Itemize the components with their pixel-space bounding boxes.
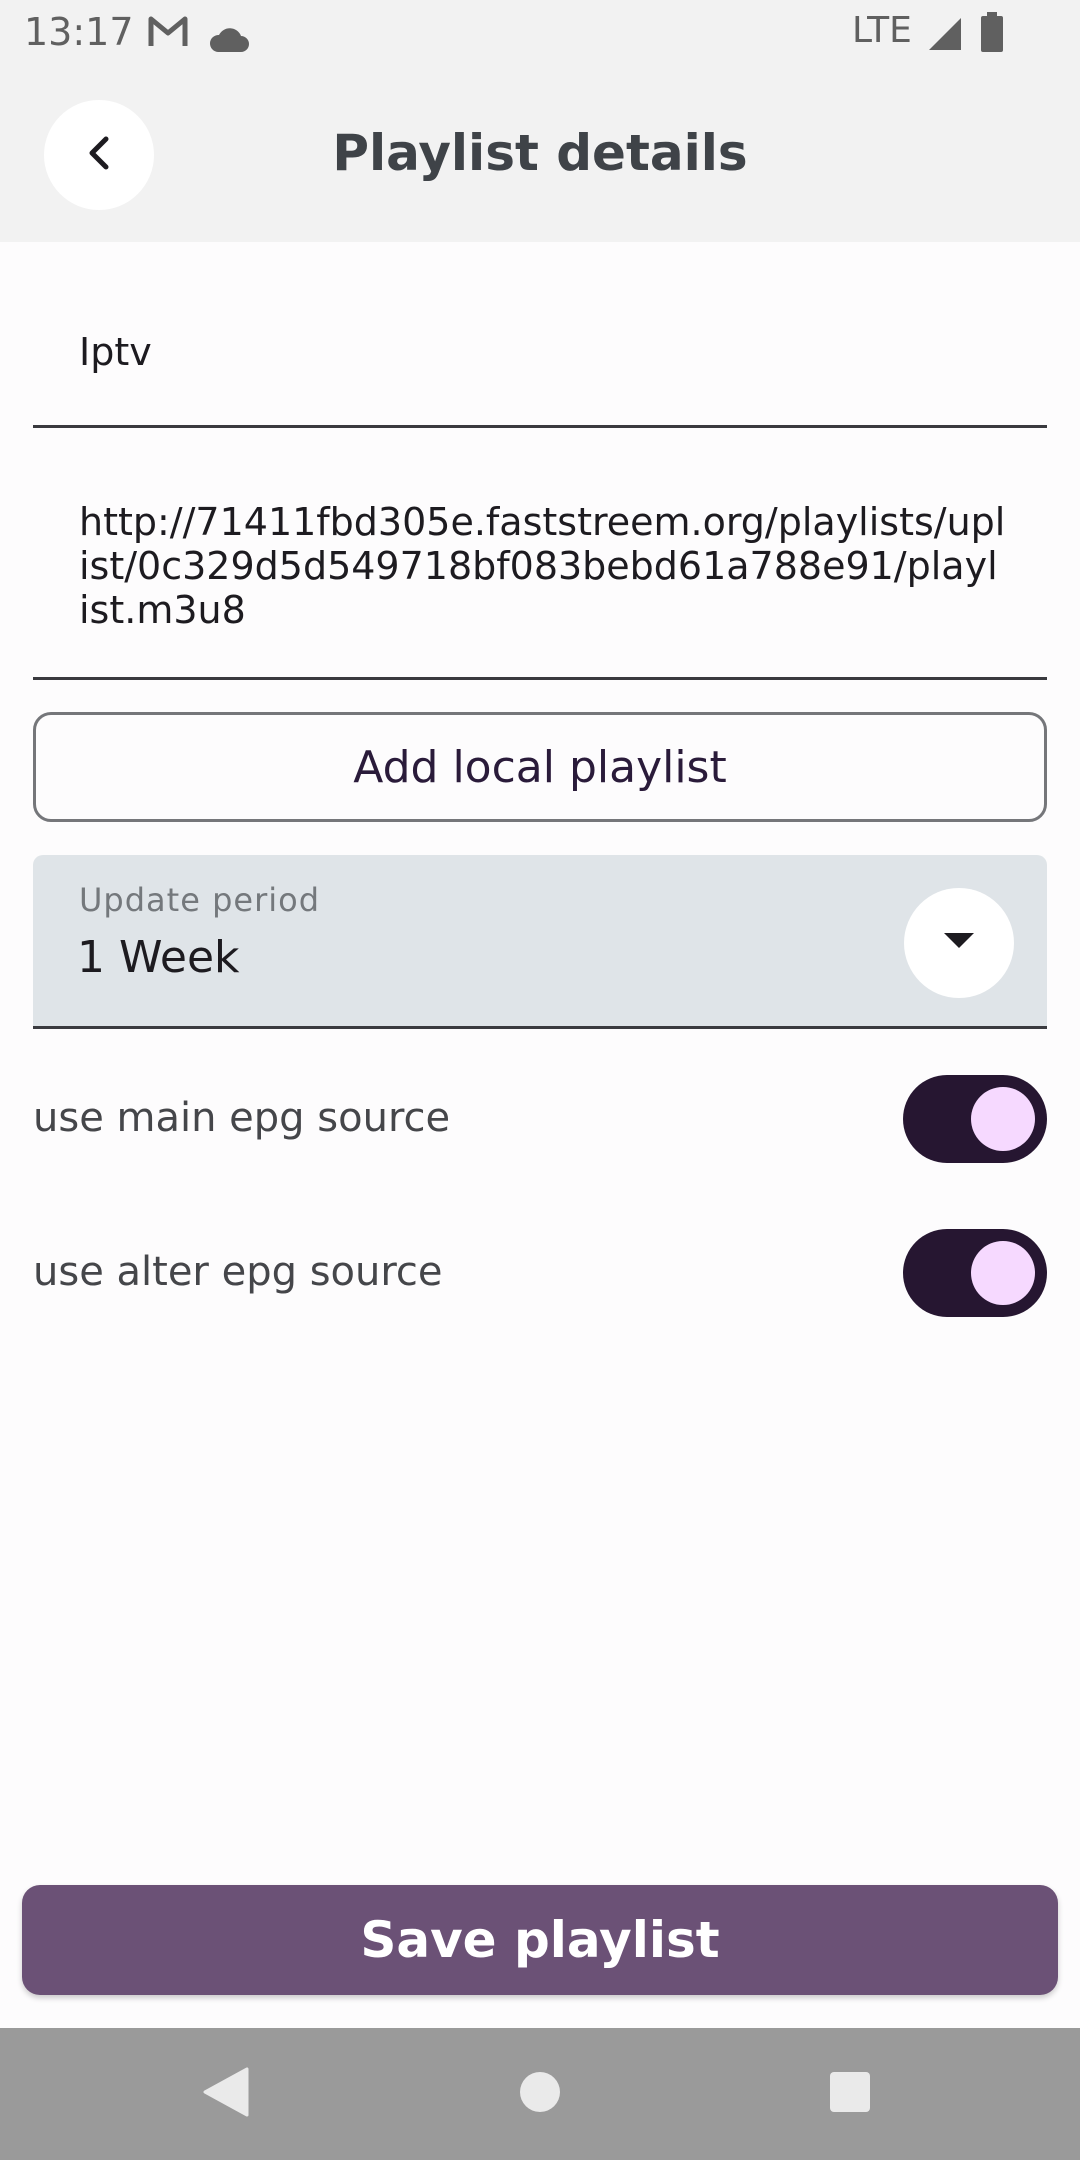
alter-epg-label: use alter epg source [33, 1249, 443, 1295]
alter-epg-row: use alter epg source [33, 1229, 1047, 1319]
add-local-playlist-button[interactable]: Add local playlist [33, 712, 1047, 822]
save-playlist-label: Save playlist [360, 1911, 720, 1969]
nav-home-button[interactable] [510, 2064, 570, 2124]
network-type: LTE [852, 10, 912, 51]
update-period-expand-button[interactable] [904, 888, 1014, 998]
square-recents-icon [828, 2070, 872, 2118]
main-epg-row: use main epg source [33, 1075, 1047, 1165]
main-epg-label: use main epg source [33, 1095, 451, 1141]
triangle-back-icon [203, 2067, 249, 2121]
playlist-url-field[interactable]: http://71411fbd305e.faststreem.org/playl… [33, 470, 1047, 680]
update-period-value: 1 Week [77, 932, 240, 983]
nav-recents-button[interactable] [820, 2064, 880, 2124]
playlist-name-field[interactable]: Iptv [33, 290, 1047, 428]
signal-icon [928, 16, 962, 60]
update-period-label: Update period [79, 881, 320, 919]
gmail-icon [148, 14, 188, 58]
status-time: 13:17 [24, 10, 134, 54]
main-epg-toggle-knob [971, 1087, 1035, 1151]
alter-epg-toggle-knob [971, 1241, 1035, 1305]
main-epg-toggle[interactable] [903, 1075, 1047, 1163]
alter-epg-toggle[interactable] [903, 1229, 1047, 1317]
playlist-url-value: http://71411fbd305e.faststreem.org/playl… [79, 500, 1006, 632]
screen: 13:17 LTE Playlist details Iptv http://7… [0, 0, 1080, 2160]
top-app-bar: Playlist details [0, 64, 1080, 242]
save-playlist-button[interactable]: Save playlist [22, 1885, 1058, 1995]
system-nav-bar [0, 2028, 1080, 2160]
nav-back-button[interactable] [196, 2064, 256, 2124]
playlist-name-value: Iptv [79, 330, 152, 374]
status-bar: 13:17 LTE [0, 0, 1080, 64]
page-title: Playlist details [332, 124, 748, 182]
circle-home-icon [518, 2070, 562, 2118]
caret-down-icon [943, 932, 975, 954]
battery-icon [980, 12, 1004, 61]
add-local-playlist-label: Add local playlist [353, 741, 727, 793]
update-period-dropdown[interactable]: Update period 1 Week [33, 855, 1047, 1029]
cloud-icon [208, 18, 250, 62]
